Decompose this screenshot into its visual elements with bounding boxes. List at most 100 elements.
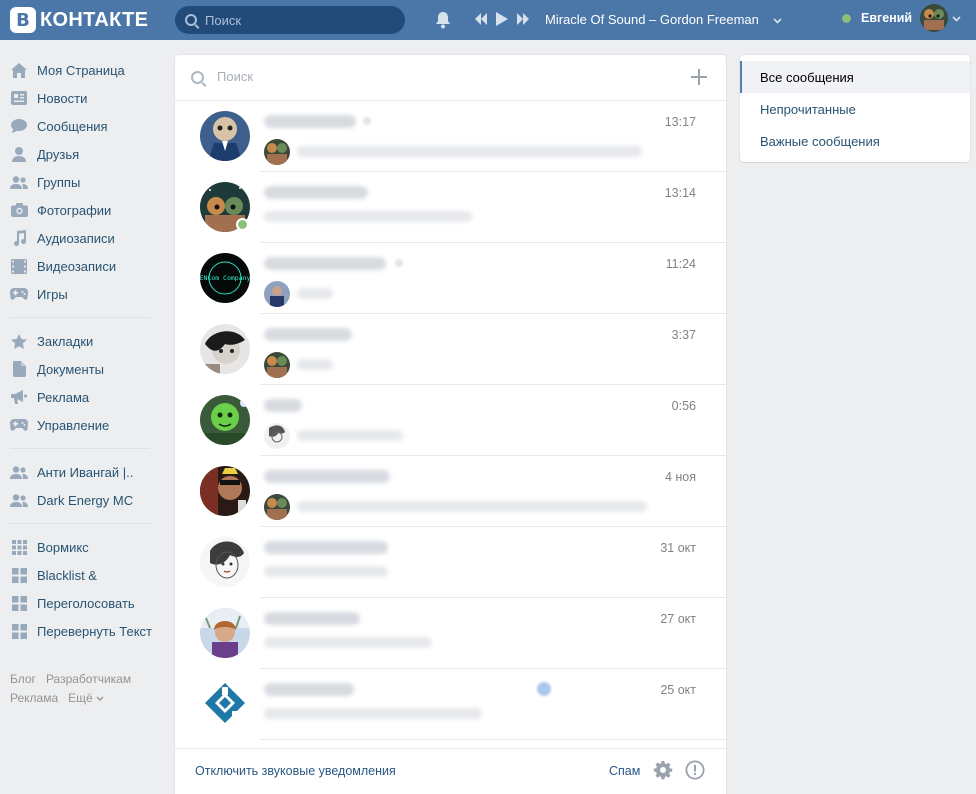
nav-item-friends[interactable]: Друзья xyxy=(8,140,158,168)
new-message-plus-icon[interactable] xyxy=(691,69,707,85)
nav-item-label: Анти Ивангай |.. xyxy=(37,464,134,480)
music-note-icon xyxy=(10,229,28,247)
footer-link-ads[interactable]: Реклама xyxy=(10,691,58,705)
mute-notifications-link[interactable]: Отключить звуковые уведомления xyxy=(195,764,396,778)
vk-logo[interactable]: В КОНТАКТЕ xyxy=(10,7,148,33)
filter-important[interactable]: Важные сообщения xyxy=(740,125,970,157)
play-icon[interactable] xyxy=(496,12,508,26)
nav-item-messages[interactable]: Сообщения xyxy=(8,112,158,140)
nav-item-audio[interactable]: Аудиозаписи xyxy=(8,224,158,252)
message-preview-blurred xyxy=(297,430,403,441)
nav-item-label: Blacklist & xyxy=(37,567,97,583)
footer-link-blog[interactable]: Блог xyxy=(10,672,36,686)
nav-separator xyxy=(10,523,150,524)
avatar xyxy=(200,608,250,658)
nav-item-bookmarks[interactable]: Закладки xyxy=(8,327,158,355)
top-bar: В КОНТАКТЕ Miracle Of Sound – Gordon Fre… xyxy=(0,0,976,40)
dialog-time: 31 окт xyxy=(660,541,696,555)
nav-separator xyxy=(10,317,150,318)
dialog-name-blurred xyxy=(264,683,354,696)
dialog-row[interactable]: 31 окт xyxy=(175,527,726,598)
nav-item-app-wormix[interactable]: Вормикс xyxy=(8,533,158,561)
dialog-time: 13:17 xyxy=(664,115,696,129)
messages-search-input[interactable] xyxy=(217,69,657,84)
groups-icon xyxy=(10,463,28,481)
dialog-row[interactable]: ENCom Company 11:24 xyxy=(175,243,726,314)
filter-unread[interactable]: Непрочитанные xyxy=(740,93,970,125)
dialog-name-blurred xyxy=(264,399,302,412)
next-track-icon[interactable] xyxy=(516,13,530,25)
gamepad-icon xyxy=(10,416,28,434)
nav-item-video[interactable]: Видеозаписи xyxy=(8,252,158,280)
track-title[interactable]: Miracle Of Sound – Gordon Freeman xyxy=(545,12,759,27)
message-preview-blurred xyxy=(264,566,388,577)
nav-item-label: Вормикс xyxy=(37,539,89,555)
report-alert-icon[interactable] xyxy=(685,760,705,780)
nav-item-documents[interactable]: Документы xyxy=(8,355,158,383)
nav-item-label: Документы xyxy=(37,361,105,377)
nav-item-label: Аудиозаписи xyxy=(37,230,115,246)
message-preview-blurred xyxy=(264,708,482,719)
filter-all-messages[interactable]: Все сообщения xyxy=(740,61,970,93)
dialog-row[interactable]: 3:37 xyxy=(175,314,726,385)
spam-link[interactable]: Спам xyxy=(609,764,640,778)
dialog-row[interactable]: 25 окт xyxy=(175,669,726,740)
sender-avatar xyxy=(264,139,290,165)
nav-item-news[interactable]: Новости xyxy=(8,84,158,112)
nav-item-app-flip-text[interactable]: Перевернуть Текст xyxy=(8,617,158,645)
nav-item-label: Друзья xyxy=(37,146,80,162)
sidebar-footer-links: Блог Разработчикам Реклама Ещё xyxy=(10,670,141,708)
gamepad-icon xyxy=(10,285,28,303)
sender-avatar xyxy=(264,281,290,307)
nav-item-label: Переголосовать xyxy=(37,595,135,611)
footer-link-more[interactable]: Ещё xyxy=(68,691,104,705)
avatar: ENCom Company xyxy=(200,253,250,303)
dialog-name-blurred xyxy=(264,328,352,341)
apps-grid-icon xyxy=(10,622,28,640)
bell-icon[interactable] xyxy=(433,10,453,30)
svg-text:ENCom Company: ENCom Company xyxy=(200,274,250,282)
dialog-time: 3:37 xyxy=(671,328,696,342)
dialog-time: 13:14 xyxy=(664,186,696,200)
nav-item-label: Реклама xyxy=(37,389,90,405)
nav-item-app-revote[interactable]: Переголосовать xyxy=(8,589,158,617)
dialog-name-blurred xyxy=(264,612,360,625)
dialog-time: 4 ноя xyxy=(664,470,696,484)
header-search-input[interactable] xyxy=(205,12,395,28)
dialog-row[interactable]: 13:14 xyxy=(175,172,726,243)
nav-item-label: Управление xyxy=(37,417,110,433)
nav-item-photos[interactable]: Фотографии xyxy=(8,196,158,224)
dialog-name-blurred xyxy=(264,257,386,270)
footer-link-developers[interactable]: Разработчикам xyxy=(46,672,131,686)
nav-item-group-anti-ivangai[interactable]: Анти Ивангай |.. xyxy=(8,458,158,486)
nav-item-label: Dark Energy MC xyxy=(37,492,134,508)
nav-item-app-blacklist[interactable]: Blacklist & xyxy=(8,561,158,589)
nav-item-ads[interactable]: Реклама xyxy=(8,383,158,411)
nav-item-groups[interactable]: Группы xyxy=(8,168,158,196)
gear-icon[interactable] xyxy=(653,760,673,780)
online-status-dot xyxy=(236,218,249,231)
previous-track-icon[interactable] xyxy=(474,13,488,25)
messages-footer: Отключить звуковые уведомления Спам xyxy=(175,748,726,794)
avatar xyxy=(200,679,250,729)
vk-logo-mark: В xyxy=(10,7,36,33)
home-icon xyxy=(10,61,28,79)
nav-item-group-dark-energy[interactable]: Dark Energy MC xyxy=(8,486,158,514)
nav-item-my-page[interactable]: Моя Страница xyxy=(8,56,158,84)
row-divider xyxy=(260,739,726,740)
dialog-name-blurred xyxy=(264,115,356,128)
user-menu[interactable]: Евгений xyxy=(842,4,961,32)
nav-item-manage[interactable]: Управление xyxy=(8,411,158,439)
nav-item-label: Перевернуть Текст xyxy=(37,623,153,639)
dialog-row[interactable]: 0:56 xyxy=(175,385,726,456)
dialog-row[interactable]: 4 ноя xyxy=(175,456,726,527)
chevron-down-icon[interactable] xyxy=(773,16,782,25)
messages-filter-menu: Все сообщения Непрочитанные Важные сообщ… xyxy=(740,55,970,162)
sender-avatar xyxy=(264,423,290,449)
nav-item-label: Фотографии xyxy=(37,202,112,218)
dialog-row[interactable]: 27 окт xyxy=(175,598,726,669)
avatar xyxy=(200,111,250,161)
left-navigation: Моя Страница Новости Сообщения Друзья Гр… xyxy=(8,56,158,645)
nav-item-games[interactable]: Игры xyxy=(8,280,158,308)
dialog-row[interactable]: 13:17 xyxy=(175,101,726,172)
